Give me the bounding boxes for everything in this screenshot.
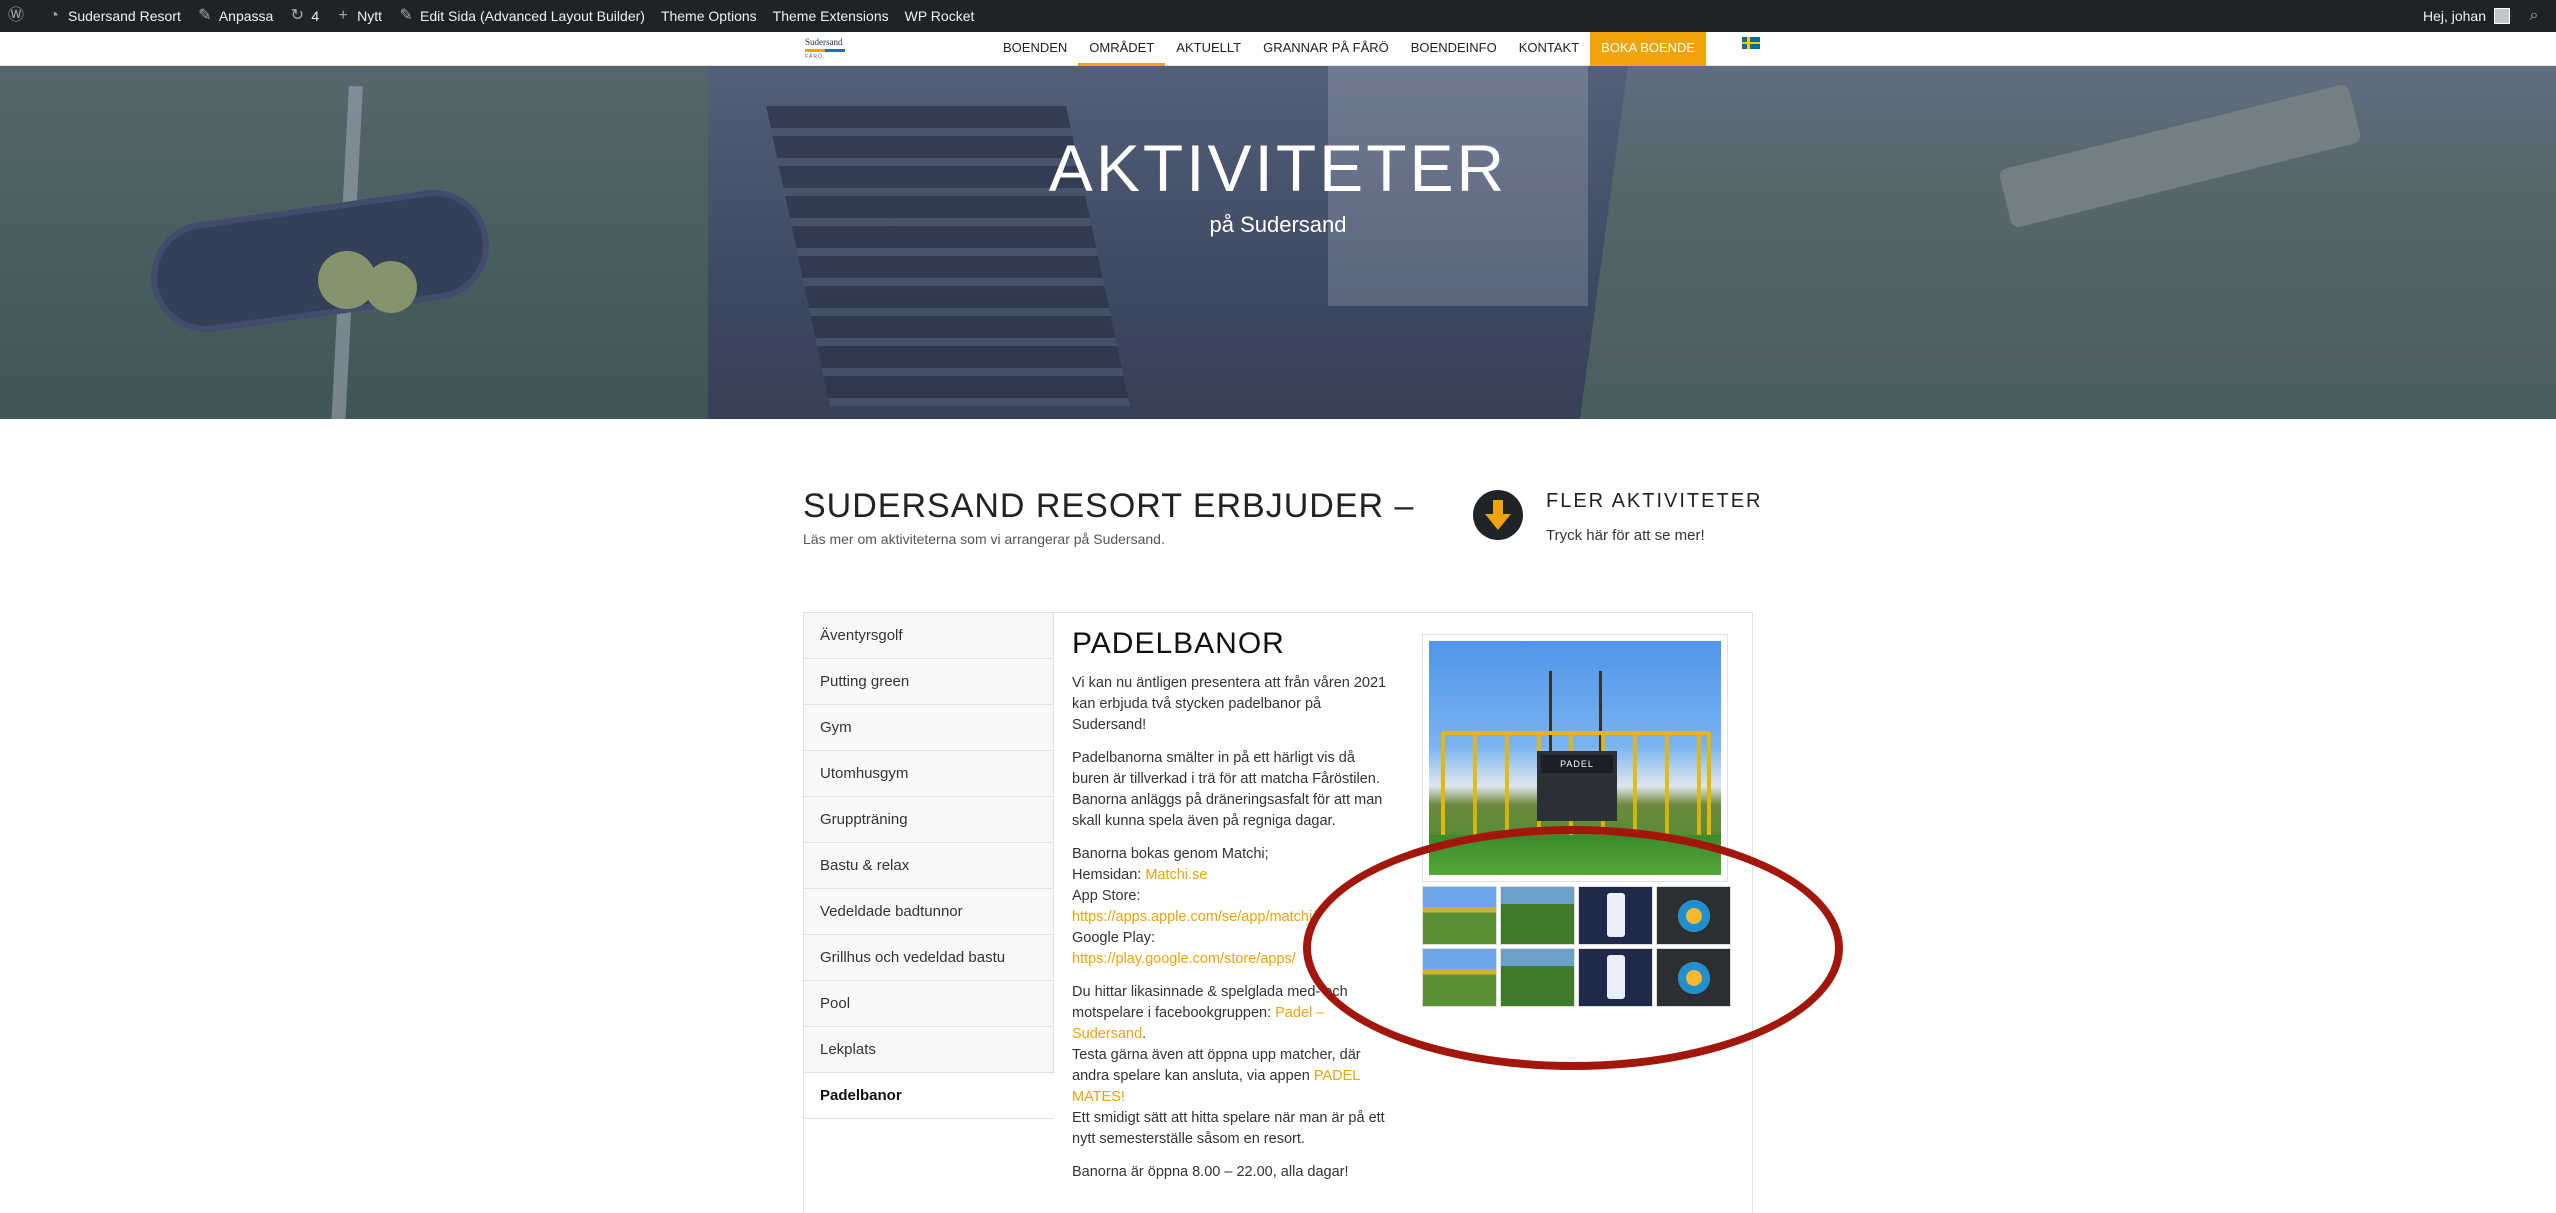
language-switcher[interactable] bbox=[1706, 32, 1774, 66]
gallery-thumb-padel-court[interactable] bbox=[1422, 886, 1497, 945]
tab-content-padelbanor: PADELBANOR Vi kan nu äntligen presentera… bbox=[1072, 625, 1392, 1195]
booking-intro: Banorna bokas genom Matchi; bbox=[1072, 846, 1269, 862]
tab-putting-green[interactable]: Putting green bbox=[804, 659, 1054, 705]
hero-title: AKTIVITETER bbox=[1048, 131, 1508, 205]
customize-menu[interactable]: ✎ Anpassa bbox=[189, 0, 281, 32]
nav-boka-boende[interactable]: BOKA BOENDE bbox=[1590, 32, 1707, 66]
theme-extensions-menu[interactable]: Theme Extensions bbox=[765, 0, 897, 32]
site-name-label: Sudersand Resort bbox=[68, 8, 181, 24]
avatar bbox=[2494, 8, 2510, 24]
gallery-thumb-matchi-app[interactable] bbox=[1578, 886, 1653, 945]
gallery-thumb-matchi-app[interactable] bbox=[1578, 948, 1653, 1007]
tab-pool[interactable]: Pool bbox=[804, 981, 1054, 1027]
padel-court-photo: PADEL bbox=[1429, 641, 1721, 875]
my-account-menu[interactable]: Hej, johan bbox=[2415, 0, 2518, 32]
logo-stripe bbox=[805, 49, 845, 52]
updates-menu[interactable]: ↻ 4 bbox=[281, 0, 327, 32]
new-content-menu[interactable]: + Nytt bbox=[327, 0, 390, 32]
logo-sub: FÅRÖ bbox=[805, 54, 823, 60]
appstore-label: App Store: bbox=[1072, 888, 1141, 904]
tab-utomhusgym[interactable]: Utomhusgym bbox=[804, 751, 1054, 797]
nav-aktuellt[interactable]: AKTUELLT bbox=[1165, 32, 1252, 66]
gallery-thumb-padel-grass[interactable] bbox=[1500, 886, 1575, 945]
nav-kontakt[interactable]: KONTAKT bbox=[1508, 32, 1590, 66]
gallery-thumbnails bbox=[1422, 886, 1732, 1007]
theme-options-label: Theme Options bbox=[660, 8, 757, 24]
booking-info: Banorna bokas genom Matchi; Hemsidan: Ma… bbox=[1072, 844, 1392, 970]
googleplay-label: Google Play: bbox=[1072, 930, 1156, 946]
tab-padelbanor[interactable]: Padelbanor bbox=[804, 1073, 1054, 1119]
wordpress-icon: Ⓦ bbox=[8, 7, 25, 24]
edit-page-label: Edit Sida (Advanced Layout Builder) bbox=[420, 8, 645, 24]
hero-banner: AKTIVITETER på Sudersand bbox=[0, 66, 2556, 419]
refresh-icon: ↻ bbox=[290, 7, 305, 24]
tab-gym[interactable]: Gym bbox=[804, 705, 1054, 751]
nav-boenden[interactable]: BOENDEN bbox=[992, 32, 1078, 66]
padel-sign: PADEL bbox=[1541, 755, 1613, 773]
hero-overlay bbox=[0, 66, 2556, 419]
search-icon: ⌕ bbox=[2529, 7, 2539, 24]
nav-omradet[interactable]: OMRÅDET bbox=[1078, 32, 1166, 66]
site-name-menu[interactable]: ◔ Sudersand Resort bbox=[38, 0, 189, 32]
tab-vedeldade-badtunnor[interactable]: Vedeldade badtunnor bbox=[804, 889, 1054, 935]
matchi-link[interactable]: Matchi.se bbox=[1145, 867, 1207, 883]
edit-page-menu[interactable]: ✎ Edit Sida (Advanced Layout Builder) bbox=[390, 0, 653, 32]
more-activities-subtitle[interactable]: Tryck här för att se mer! bbox=[1546, 527, 1705, 544]
arrow-down-icon bbox=[1485, 500, 1511, 530]
nav-boendeinfo[interactable]: BOENDEINFO bbox=[1400, 32, 1508, 66]
new-label: Nytt bbox=[357, 8, 383, 24]
tab-grillhus-bastu[interactable]: Grillhus och vedeldad bastu bbox=[804, 935, 1054, 981]
site-logo[interactable]: Sudersand FÅRÖ bbox=[805, 38, 851, 60]
grass-area bbox=[1429, 835, 1721, 875]
content-heading: PADELBANOR bbox=[1072, 627, 1285, 660]
dashboard-icon: ◔ bbox=[49, 7, 59, 24]
site-header: Sudersand FÅRÖ BOENDEN OMRÅDET AKTUELLT … bbox=[0, 32, 2556, 66]
swedish-flag-icon bbox=[1742, 36, 1761, 49]
opening-hours: Banorna är öppna 8.00 – 22.00, alla daga… bbox=[1072, 1164, 1349, 1180]
nav-grannar-pa-faro[interactable]: GRANNAR PÅ FÅRÖ bbox=[1252, 32, 1400, 66]
gallery-thumb-padel-mates-logo[interactable] bbox=[1656, 948, 1731, 1007]
pencil-icon: ✎ bbox=[399, 7, 413, 24]
updates-count: 4 bbox=[311, 8, 320, 24]
brush-icon: ✎ bbox=[198, 7, 212, 24]
intro-title: SUDERSAND RESORT ERBJUDER – bbox=[803, 487, 1415, 525]
web-label: Hemsidan: bbox=[1072, 867, 1142, 883]
gallery-main-image[interactable]: PADEL bbox=[1422, 634, 1728, 882]
tab-list: Äventyrsgolf Putting green Gym Utomhusgy… bbox=[804, 613, 1054, 1119]
content-paragraph: Vi kan nu äntligen presentera att från v… bbox=[1072, 675, 1387, 733]
wp-rocket-menu[interactable]: WP Rocket bbox=[897, 0, 983, 32]
gallery-thumb-padel-mates-logo[interactable] bbox=[1656, 886, 1731, 945]
admin-search-button[interactable]: ⌕ bbox=[2518, 0, 2556, 32]
intro-subtitle: Läs mer om aktiviteterna som vi arranger… bbox=[803, 531, 1165, 547]
appstore-link[interactable]: https://apps.apple.com/se/app/matchi/ bbox=[1072, 909, 1316, 925]
tab-grupptraning[interactable]: Gruppträning bbox=[804, 797, 1054, 843]
greeting-label: Hej, johan bbox=[2422, 8, 2486, 24]
more-activities-button[interactable] bbox=[1473, 490, 1523, 540]
gallery-thumb-padel-court[interactable] bbox=[1422, 948, 1497, 1007]
main-nav: BOENDEN OMRÅDET AKTUELLT GRANNAR PÅ FÅRÖ… bbox=[992, 32, 1774, 66]
community-info: Du hittar likasinnade & spelglada med- o… bbox=[1072, 984, 1385, 1147]
customize-label: Anpassa bbox=[218, 8, 274, 24]
tab-aventyrsgolf[interactable]: Äventyrsgolf bbox=[804, 613, 1054, 659]
wp-rocket-label: WP Rocket bbox=[904, 8, 975, 24]
padel-mates-desc: Ett smidigt sätt att hitta spelare när m… bbox=[1072, 1110, 1385, 1147]
content-paragraph: Padelbanorna smälter in på ett härligt v… bbox=[1072, 750, 1383, 829]
theme-extensions-label: Theme Extensions bbox=[772, 8, 889, 24]
googleplay-link[interactable]: https://play.google.com/store/apps/ bbox=[1072, 951, 1296, 967]
logo-text: Sudersand bbox=[805, 37, 843, 47]
wordpress-logo-button[interactable]: Ⓦ bbox=[0, 0, 38, 32]
plus-icon: + bbox=[338, 7, 348, 24]
hero-subtitle: på Sudersand bbox=[1209, 212, 1347, 237]
wp-admin-bar: Ⓦ ◔ Sudersand Resort ✎ Anpassa ↻ 4 + Nyt… bbox=[0, 0, 2556, 32]
more-activities-title[interactable]: FLER AKTIVITETER bbox=[1546, 490, 1762, 513]
gallery-thumb-padel-grass[interactable] bbox=[1500, 948, 1575, 1007]
theme-options-menu[interactable]: Theme Options bbox=[653, 0, 765, 32]
tab-bastu-relax[interactable]: Bastu & relax bbox=[804, 843, 1054, 889]
tab-lekplats[interactable]: Lekplats bbox=[804, 1027, 1054, 1073]
